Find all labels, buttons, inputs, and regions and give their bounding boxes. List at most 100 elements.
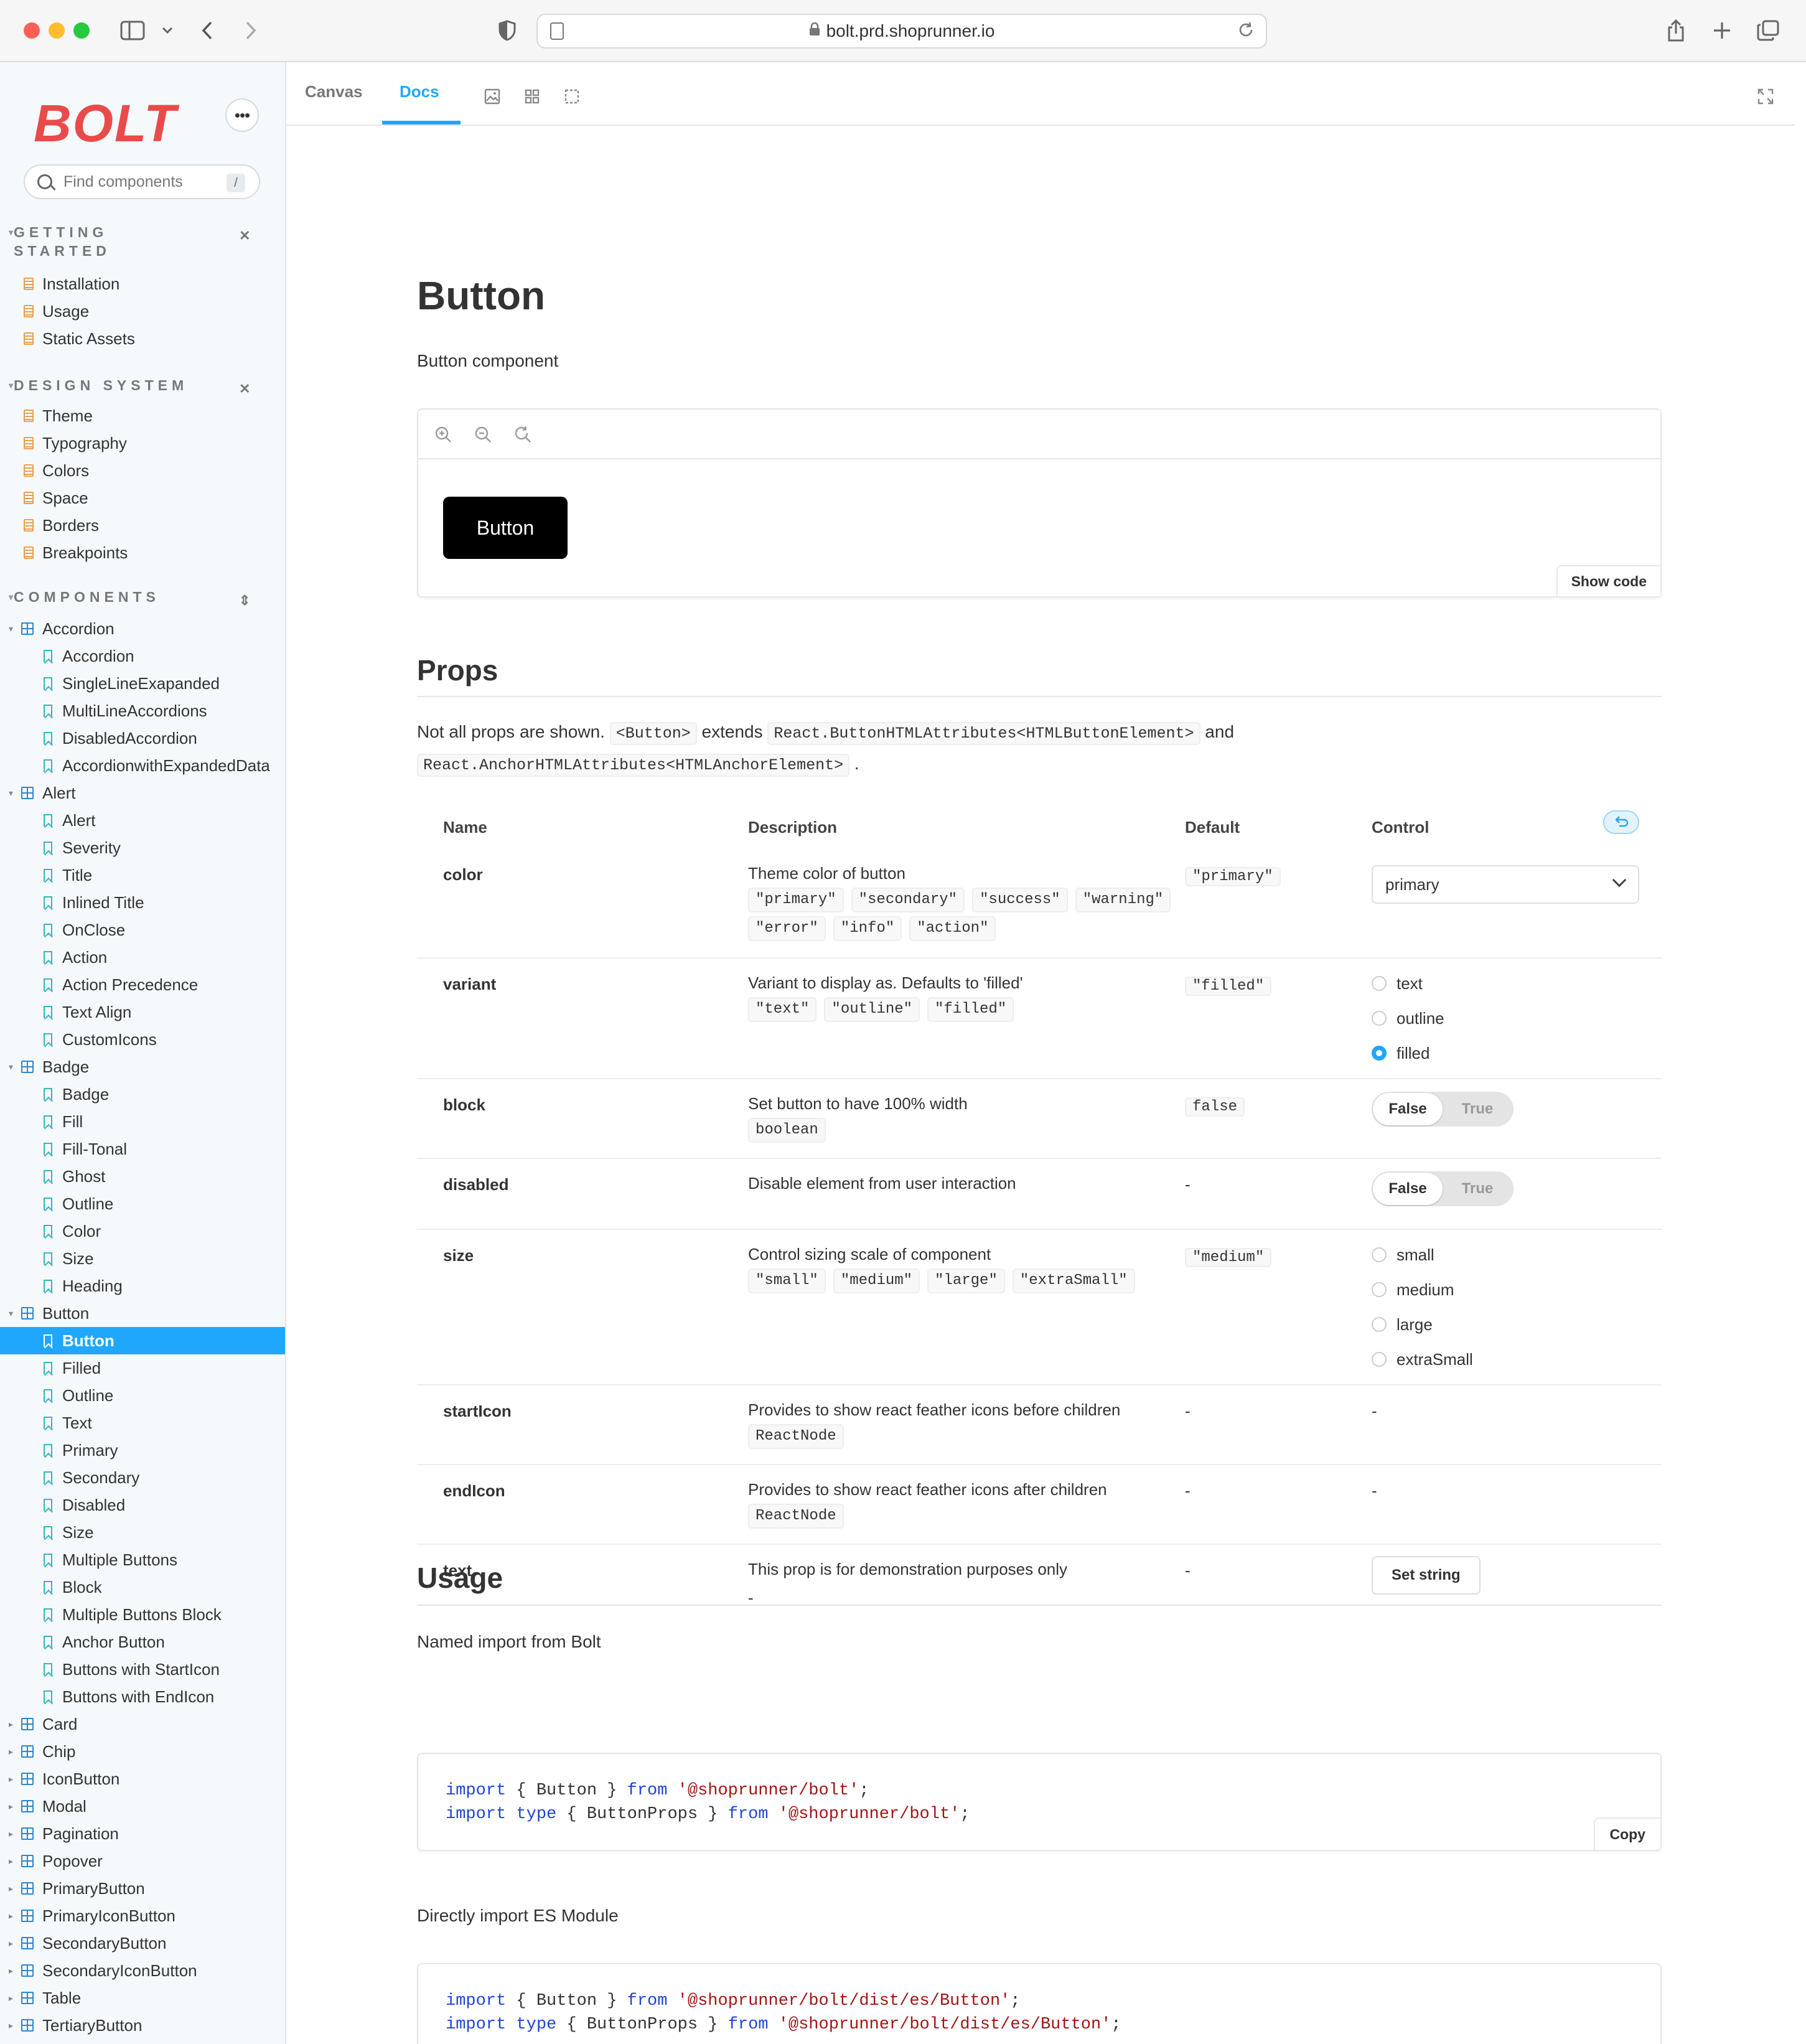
- sidebar-story-item[interactable]: Button: [0, 1327, 285, 1354]
- sidebar-story-item[interactable]: Buttons with StartIcon: [0, 1656, 285, 1683]
- section-getting-started[interactable]: ▾ GETTING STARTED ✕: [9, 223, 250, 260]
- sidebar-doc-item[interactable]: Borders: [0, 512, 285, 539]
- sidebar-component-item[interactable]: ▸ SecondaryButton: [0, 1929, 285, 1957]
- new-tab-icon[interactable]: [1708, 16, 1736, 45]
- radio-option-small[interactable]: small: [1372, 1237, 1473, 1272]
- sidebar-story-item[interactable]: Title: [0, 861, 285, 889]
- sidebar-component-item[interactable]: ▸ PrimaryButton: [0, 1875, 285, 1902]
- sidebar-story-item[interactable]: Buttons with EndIcon: [0, 1683, 285, 1710]
- sidebar-story-item[interactable]: Fill: [0, 1108, 285, 1135]
- toggle-true[interactable]: True: [1443, 1173, 1512, 1205]
- chevron-right-icon[interactable]: ▸: [9, 1829, 13, 1839]
- sidebar-component-item[interactable]: ▾ Button: [0, 1300, 285, 1327]
- radio-button[interactable]: [1372, 1011, 1387, 1026]
- chevron-right-icon[interactable]: ▸: [9, 1911, 13, 1921]
- sidebar-story-item[interactable]: Primary: [0, 1437, 285, 1464]
- sidebar-story-item[interactable]: Heading: [0, 1272, 285, 1300]
- chevron-right-icon[interactable]: ▸: [9, 1938, 13, 1949]
- sidebar-component-item[interactable]: ▸ IconButton: [0, 1765, 285, 1793]
- sidebar-component-item[interactable]: ▸ Pagination: [0, 1820, 285, 1847]
- sidebar-story-item[interactable]: Inlined Title: [0, 889, 285, 916]
- collapse-all-icon[interactable]: ✕: [239, 227, 250, 245]
- sidebar-story-item[interactable]: Size: [0, 1519, 285, 1546]
- reload-icon[interactable]: [1237, 21, 1255, 44]
- sidebar-story-item[interactable]: Multiple Buttons Block: [0, 1601, 285, 1628]
- sidebar-component-item[interactable]: ▾ Accordion: [0, 615, 285, 642]
- chevron-down-icon[interactable]: ▾: [9, 1308, 13, 1319]
- sidebar-component-item[interactable]: ▸ Table: [0, 1984, 285, 2012]
- sidebar-doc-item[interactable]: Theme: [0, 402, 285, 429]
- sidebar-component-item[interactable]: ▸ PrimaryIconButton: [0, 1902, 285, 1929]
- sidebar-story-item[interactable]: Size: [0, 1245, 285, 1272]
- sidebar-story-item[interactable]: Disabled: [0, 1491, 285, 1519]
- outline-icon[interactable]: [564, 88, 580, 105]
- chevron-down-icon[interactable]: ▾: [9, 624, 13, 634]
- more-options-button[interactable]: •••: [225, 98, 259, 132]
- radio-button[interactable]: [1372, 1247, 1387, 1262]
- sidebar-doc-item[interactable]: Typography: [0, 429, 285, 457]
- radio-button[interactable]: [1372, 1317, 1387, 1332]
- sidebar-story-item[interactable]: Ghost: [0, 1163, 285, 1190]
- radio-option-extraSmall[interactable]: extraSmall: [1372, 1342, 1473, 1377]
- sidebar-story-item[interactable]: DisabledAccordion: [0, 724, 285, 752]
- sidebar-component-item[interactable]: ▸ Popover: [0, 1847, 285, 1875]
- toggle-false[interactable]: False: [1373, 1173, 1443, 1205]
- sidebar-doc-item[interactable]: Colors: [0, 457, 285, 484]
- tab-canvas[interactable]: Canvas: [305, 82, 363, 101]
- radio-button[interactable]: [1372, 1352, 1387, 1367]
- sidebar-component-item[interactable]: ▾ Badge: [0, 1053, 285, 1081]
- sidebar-doc-item[interactable]: Usage: [0, 298, 285, 325]
- sidebar-story-item[interactable]: AccordionwithExpandedData: [0, 752, 285, 779]
- reset-controls-button[interactable]: [1603, 810, 1639, 834]
- search-input[interactable]: Find components /: [24, 164, 260, 199]
- section-design-system[interactable]: ▾ DESIGN SYSTEM ✕: [9, 376, 250, 396]
- sidebar-doc-item[interactable]: Static Assets: [0, 325, 285, 352]
- radio-option-outline[interactable]: outline: [1372, 1001, 1444, 1036]
- sidebar-component-item[interactable]: ▸ Modal: [0, 1793, 285, 1820]
- chevron-right-icon[interactable]: ▸: [9, 1801, 13, 1812]
- bolt-logo[interactable]: BOLT: [34, 93, 177, 154]
- image-background-icon[interactable]: [484, 88, 500, 105]
- sidebar-story-item[interactable]: MultiLineAccordions: [0, 697, 285, 724]
- sidebar-story-item[interactable]: Text: [0, 1409, 285, 1437]
- back-icon[interactable]: [193, 16, 222, 45]
- sidebar-story-item[interactable]: CustomIcons: [0, 1026, 285, 1053]
- radio-option-medium[interactable]: medium: [1372, 1272, 1473, 1307]
- sidebar-story-item[interactable]: SingleLineExapanded: [0, 670, 285, 697]
- radio-button[interactable]: [1372, 976, 1387, 991]
- sidebar-story-item[interactable]: Alert: [0, 807, 285, 834]
- collapse-all-icon[interactable]: ✕: [239, 380, 250, 398]
- zoom-window-button[interactable]: [73, 22, 90, 39]
- chevron-down-icon[interactable]: ▾: [9, 788, 13, 799]
- share-icon[interactable]: [1662, 16, 1690, 45]
- sidebar-toggle-icon[interactable]: [118, 16, 147, 45]
- zoom-out-icon[interactable]: [474, 426, 492, 443]
- forward-icon[interactable]: [236, 16, 265, 45]
- close-window-button[interactable]: [24, 22, 40, 39]
- privacy-shield-icon[interactable]: [493, 16, 522, 45]
- toggle-false[interactable]: False: [1373, 1093, 1443, 1125]
- chevron-down-icon[interactable]: [153, 16, 182, 45]
- sidebar-doc-item[interactable]: Breakpoints: [0, 539, 285, 566]
- sidebar-story-item[interactable]: Anchor Button: [0, 1628, 285, 1656]
- sidebar-component-item[interactable]: ▸ Card: [0, 1710, 285, 1738]
- sidebar-story-item[interactable]: Secondary: [0, 1464, 285, 1491]
- radio-option-text[interactable]: text: [1372, 966, 1444, 1001]
- sidebar-component-item[interactable]: ▾ Alert: [0, 779, 285, 807]
- sidebar-story-item[interactable]: Fill-Tonal: [0, 1135, 285, 1163]
- sidebar-story-item[interactable]: Color: [0, 1217, 285, 1245]
- address-bar[interactable]: bolt.prd.shoprunner.io: [536, 14, 1267, 49]
- sidebar-story-item[interactable]: Action: [0, 944, 285, 971]
- sidebar-story-item[interactable]: Severity: [0, 834, 285, 861]
- zoom-in-icon[interactable]: [434, 426, 452, 443]
- sidebar-story-item[interactable]: Action Precedence: [0, 971, 285, 998]
- sidebar-story-item[interactable]: Outline: [0, 1190, 285, 1217]
- radio-button[interactable]: [1372, 1046, 1387, 1061]
- sidebar-doc-item[interactable]: Space: [0, 484, 285, 512]
- chevron-right-icon[interactable]: ▸: [9, 1856, 13, 1867]
- chevron-right-icon[interactable]: ▸: [9, 1966, 13, 1976]
- reset-zoom-icon[interactable]: [514, 426, 531, 443]
- chevron-right-icon[interactable]: ▸: [9, 1774, 13, 1784]
- block-boolean-toggle[interactable]: False True: [1372, 1092, 1514, 1127]
- set-string-button[interactable]: Set string: [1372, 1556, 1481, 1595]
